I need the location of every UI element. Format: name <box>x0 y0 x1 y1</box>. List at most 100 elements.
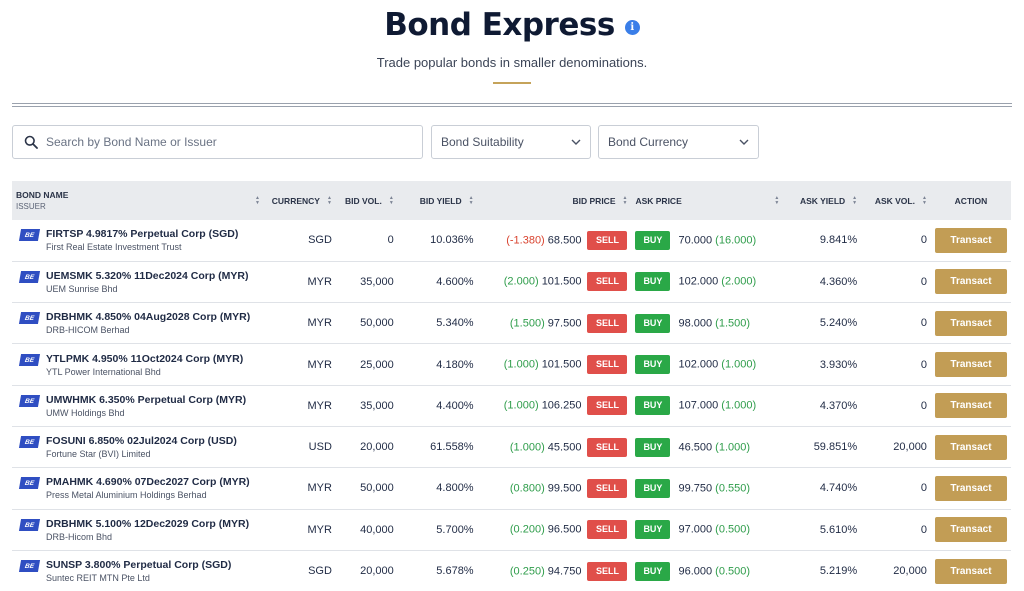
action-cell: Transact <box>931 509 1011 550</box>
bid-price: 94.750 <box>547 564 582 577</box>
sort-icon: ▲ ▼ <box>852 194 858 206</box>
search-box[interactable] <box>12 125 423 159</box>
buy-button[interactable]: BUY <box>635 478 671 498</box>
transact-button[interactable]: Transact <box>934 558 1007 584</box>
buy-button[interactable]: BUY <box>635 355 671 375</box>
ask-vol-cell: 0 <box>920 358 927 371</box>
sell-button[interactable]: SELL <box>587 396 628 416</box>
transact-button[interactable]: Transact <box>934 352 1007 378</box>
action-cell: Transact <box>931 303 1011 344</box>
bid-change: (1.000) <box>509 441 545 454</box>
transact-button[interactable]: Transact <box>934 227 1007 253</box>
buy-button[interactable]: BUY <box>635 272 671 292</box>
bid-price: 68.500 <box>547 234 582 247</box>
action-cell: Transact <box>931 550 1011 591</box>
currency-cell: MYR <box>307 358 332 371</box>
bond-currency-select[interactable]: Bond Currency <box>598 125 759 159</box>
col-bond-name[interactable]: BOND NAME ISSUER ▲ ▼ <box>12 181 264 220</box>
bond-suitability-select[interactable]: Bond Suitability <box>431 125 591 159</box>
bond-name-cell: BE SUNSP 3.800% Perpetual Corp (SGD) Sunte… <box>12 550 264 591</box>
col-bid-vol[interactable]: BID VOL. ▲ ▼ <box>336 181 398 220</box>
title-row: Bond Express i <box>0 4 1024 46</box>
bond-issuer: UEM Sunrise Bhd <box>46 283 118 294</box>
action-cell: Transact <box>931 261 1011 302</box>
bid-price-cell: (1.000) 45.500 SELL <box>478 426 632 467</box>
transact-button[interactable]: Transact <box>934 310 1007 336</box>
transact-button[interactable]: Transact <box>934 434 1007 460</box>
bid-price: 97.500 <box>547 317 582 330</box>
search-input[interactable] <box>46 135 386 149</box>
action-cell: Transact <box>931 426 1011 467</box>
currency-cell: SGD <box>308 234 332 247</box>
col-bid-price[interactable]: BID PRICE ▲ ▼ <box>478 181 632 220</box>
bond-name: DRBHMK 5.100% 12Dec2029 Corp (MYR) <box>46 517 250 530</box>
bid-yield-cell: 4.800% <box>436 482 474 495</box>
bid-change: (0.250) <box>509 564 545 577</box>
info-icon[interactable]: i <box>624 19 640 35</box>
ask-change: (1.000) <box>721 358 757 371</box>
bid-price: 96.500 <box>547 523 582 536</box>
ask-price: 98.000 <box>678 317 713 330</box>
table-row: BE DRBHMK 4.850% 04Aug2028 Corp (MYR) DRB-… <box>12 303 1011 344</box>
ask-yield-cell: 5.240% <box>819 317 858 330</box>
sell-button[interactable]: SELL <box>587 230 628 250</box>
transact-button[interactable]: Transact <box>934 393 1007 419</box>
bond-issuer: UMW Holdings Bhd <box>46 407 125 418</box>
buy-button[interactable]: BUY <box>635 396 671 416</box>
ask-yield-cell: 5.610% <box>819 523 858 536</box>
bond-express-badge-icon: BE <box>18 518 41 531</box>
bid-vol-cell: 25,000 <box>360 358 394 371</box>
buy-button[interactable]: BUY <box>635 437 671 457</box>
sell-button[interactable]: SELL <box>587 437 628 457</box>
col-bid-yield[interactable]: BID YIELD ▲ ▼ <box>398 181 478 220</box>
sort-icon: ▲ ▼ <box>254 194 260 206</box>
action-cell: Transact <box>931 385 1011 426</box>
bid-vol-cell: 20,000 <box>360 441 394 454</box>
col-ask-price[interactable]: ASK PRICE ▲ ▼ <box>631 181 783 220</box>
sell-button[interactable]: SELL <box>587 355 628 375</box>
ask-price-cell: BUY 99.750 (0.550) <box>631 468 783 509</box>
buy-button[interactable]: BUY <box>635 561 671 581</box>
ask-price: 102.000 <box>678 358 719 371</box>
bid-change: (-1.380) <box>506 234 545 247</box>
sell-button[interactable]: SELL <box>587 561 628 581</box>
bid-yield-cell: 10.036% <box>430 234 474 247</box>
col-ask-yield[interactable]: ASK YIELD ▲ ▼ <box>783 181 861 220</box>
col-currency[interactable]: CURRENCY ▲ ▼ <box>264 181 336 220</box>
ask-change: (1.500) <box>715 317 751 330</box>
ask-change: (0.500) <box>715 523 751 536</box>
bid-change: (1.500) <box>509 317 545 330</box>
transact-button[interactable]: Transact <box>934 475 1007 501</box>
col-ask-vol[interactable]: ASK VOL. ▲ ▼ <box>861 181 931 220</box>
bid-vol-cell: 40,000 <box>360 523 394 536</box>
bid-price-cell: (0.800) 99.500 SELL <box>478 468 632 509</box>
bond-express-badge-icon: BE <box>18 312 41 325</box>
buy-button[interactable]: BUY <box>635 520 671 540</box>
currency-cell: MYR <box>307 317 332 330</box>
transact-button[interactable]: Transact <box>934 517 1007 543</box>
bond-name: YTLPMK 4.950% 11Oct2024 Corp (MYR) <box>46 352 244 365</box>
bond-issuer: Suntec REIT MTN Pte Ltd <box>46 573 150 584</box>
sell-button[interactable]: SELL <box>587 520 628 540</box>
sell-button[interactable]: SELL <box>587 313 628 333</box>
currency-cell: MYR <box>307 523 332 536</box>
bond-express-badge-icon: BE <box>18 394 41 407</box>
action-cell: Transact <box>931 468 1011 509</box>
ask-price-cell: BUY 102.000 (2.000) <box>631 261 783 302</box>
bond-name-cell: BE PMAHMK 4.690% 07Dec2027 Corp (MYR) Pres… <box>12 468 264 509</box>
col-action: ACTION <box>954 195 988 206</box>
bond-express-badge-icon: BE <box>18 353 41 366</box>
bond-express-badge-icon: BE <box>18 229 41 242</box>
ask-vol-cell: 0 <box>920 399 927 412</box>
sell-button[interactable]: SELL <box>587 478 628 498</box>
bond-name-cell: BE DRBHMK 5.100% 12Dec2029 Corp (MYR) DRB-… <box>12 509 264 550</box>
sell-button[interactable]: SELL <box>587 272 628 292</box>
ask-price: 107.000 <box>678 399 719 412</box>
ask-vol-cell: 0 <box>920 317 927 330</box>
buy-button[interactable]: BUY <box>635 230 671 250</box>
buy-button[interactable]: BUY <box>635 313 671 333</box>
ask-yield-cell: 4.370% <box>819 399 858 412</box>
ask-price-cell: BUY 97.000 (0.500) <box>631 509 783 550</box>
transact-button[interactable]: Transact <box>934 269 1007 295</box>
bid-change: (0.200) <box>509 523 545 536</box>
